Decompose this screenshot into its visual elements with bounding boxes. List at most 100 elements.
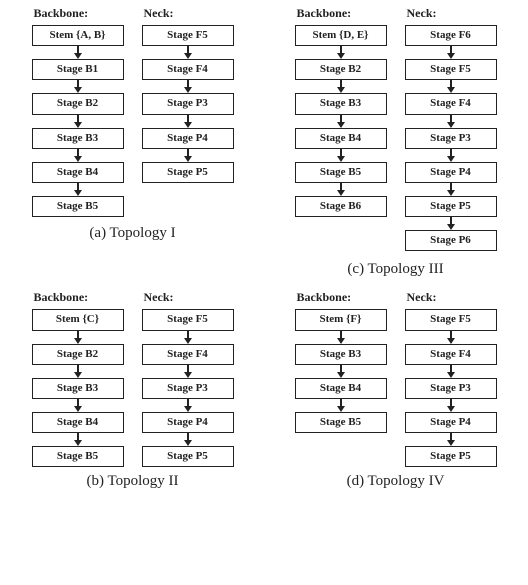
arrow-down-icon (142, 46, 234, 59)
topology-d-neck-col: Neck: Stage F5 Stage F4 Stage P3 Stage P… (405, 290, 497, 467)
node-stage: Stage P6 (405, 230, 497, 251)
arrow-down-icon (142, 433, 234, 446)
arrow-down-icon (32, 149, 124, 162)
topology-b: Backbone: Stem {C} Stage B2 Stage B3 Sta… (8, 290, 257, 490)
node-stage: Stage P4 (405, 412, 497, 433)
arrow-down-icon (32, 433, 124, 446)
neck-header: Neck: (405, 6, 437, 21)
node-stage: Stage F5 (405, 59, 497, 80)
node-stage: Stage F5 (142, 25, 234, 46)
topology-b-neck-col: Neck: Stage F5 Stage F4 Stage P3 Stage P… (142, 290, 234, 467)
node-stage: Stage F5 (405, 309, 497, 330)
arrow-down-icon (405, 149, 497, 162)
node-stage: Stage P4 (405, 162, 497, 183)
neck-header: Neck: (142, 290, 174, 305)
topology-d-backbone-col: Backbone: Stem {F} Stage B3 Stage B4 Sta… (295, 290, 387, 467)
neck-header: Neck: (142, 6, 174, 21)
node-stem: Stem {D, E} (295, 25, 387, 46)
topology-b-backbone-col: Backbone: Stem {C} Stage B2 Stage B3 Sta… (32, 290, 124, 467)
topology-a: Backbone: Stem {A, B} Stage B1 Stage B2 … (8, 6, 257, 278)
arrow-down-icon (142, 80, 234, 93)
arrow-down-icon (405, 433, 497, 446)
node-stage: Stage P5 (405, 196, 497, 217)
node-stage: Stage B5 (295, 162, 387, 183)
neck-header: Neck: (405, 290, 437, 305)
arrow-down-icon (32, 46, 124, 59)
arrow-down-icon (295, 115, 387, 128)
arrow-down-icon (295, 365, 387, 378)
page: Backbone: Stem {A, B} Stage B1 Stage B2 … (0, 0, 528, 585)
node-stem: Stem {F} (295, 309, 387, 330)
arrow-down-icon (405, 115, 497, 128)
arrow-down-icon (32, 80, 124, 93)
node-stage: Stage P5 (142, 162, 234, 183)
node-stage: Stage P4 (142, 412, 234, 433)
node-stage: Stage B5 (295, 412, 387, 433)
node-stage: Stage B3 (32, 128, 124, 149)
arrow-down-icon (32, 399, 124, 412)
backbone-header: Backbone: (295, 6, 352, 21)
node-stage: Stage P3 (142, 378, 234, 399)
topology-d: Backbone: Stem {F} Stage B3 Stage B4 Sta… (271, 290, 520, 490)
backbone-header: Backbone: (295, 290, 352, 305)
arrow-down-icon (295, 399, 387, 412)
arrow-down-icon (405, 365, 497, 378)
node-stage: Stage B2 (32, 93, 124, 114)
arrow-down-icon (142, 115, 234, 128)
arrow-down-icon (295, 46, 387, 59)
node-stage: Stage B3 (32, 378, 124, 399)
arrow-down-icon (295, 331, 387, 344)
topology-c-backbone-col: Backbone: Stem {D, E} Stage B2 Stage B3 … (295, 6, 387, 251)
arrow-down-icon (142, 149, 234, 162)
node-stage: Stage F6 (405, 25, 497, 46)
node-stage: Stage B2 (295, 59, 387, 80)
node-stage: Stage P3 (405, 128, 497, 149)
arrow-down-icon (142, 365, 234, 378)
node-stage: Stage P3 (142, 93, 234, 114)
node-stage: Stage P3 (405, 378, 497, 399)
node-stage: Stage B4 (295, 128, 387, 149)
caption-d: (d) Topology IV (347, 473, 445, 490)
topology-a-columns: Backbone: Stem {A, B} Stage B1 Stage B2 … (32, 6, 234, 217)
arrow-down-icon (405, 217, 497, 230)
node-stem: Stem {A, B} (32, 25, 124, 46)
arrow-down-icon (32, 115, 124, 128)
node-stage: Stage B5 (32, 196, 124, 217)
node-stage: Stage F5 (142, 309, 234, 330)
caption-b: (b) Topology II (87, 473, 179, 490)
arrow-down-icon (295, 80, 387, 93)
topology-a-neck-col: Neck: Stage F5 Stage F4 Stage P3 Stage P… (142, 6, 234, 217)
node-stage: Stage B3 (295, 93, 387, 114)
arrow-down-icon (295, 149, 387, 162)
node-stage: Stage F4 (142, 59, 234, 80)
node-stage: Stage B5 (32, 446, 124, 467)
arrow-down-icon (405, 331, 497, 344)
topology-c-neck-col: Neck: Stage F6 Stage F5 Stage F4 Stage P… (405, 6, 497, 251)
node-stage: Stage P4 (142, 128, 234, 149)
arrow-down-icon (405, 183, 497, 196)
node-stage: Stage B4 (295, 378, 387, 399)
node-stage: Stage B1 (32, 59, 124, 80)
node-stage: Stage B2 (32, 344, 124, 365)
backbone-header: Backbone: (32, 6, 89, 21)
arrow-down-icon (405, 46, 497, 59)
arrow-down-icon (142, 331, 234, 344)
arrow-down-icon (295, 183, 387, 196)
arrow-down-icon (32, 365, 124, 378)
node-stage: Stage P5 (405, 446, 497, 467)
node-stage: Stage B4 (32, 162, 124, 183)
arrow-down-icon (32, 331, 124, 344)
node-stem: Stem {C} (32, 309, 124, 330)
arrow-down-icon (405, 80, 497, 93)
topology-b-columns: Backbone: Stem {C} Stage B2 Stage B3 Sta… (32, 290, 234, 467)
node-stage: Stage P5 (142, 446, 234, 467)
backbone-header: Backbone: (32, 290, 89, 305)
topology-c-columns: Backbone: Stem {D, E} Stage B2 Stage B3 … (295, 6, 497, 251)
topology-d-columns: Backbone: Stem {F} Stage B3 Stage B4 Sta… (295, 290, 497, 467)
caption-c: (c) Topology III (347, 261, 443, 278)
node-stage: Stage B4 (32, 412, 124, 433)
node-stage: Stage F4 (405, 344, 497, 365)
node-stage: Stage F4 (405, 93, 497, 114)
node-stage: Stage B6 (295, 196, 387, 217)
arrow-down-icon (142, 399, 234, 412)
